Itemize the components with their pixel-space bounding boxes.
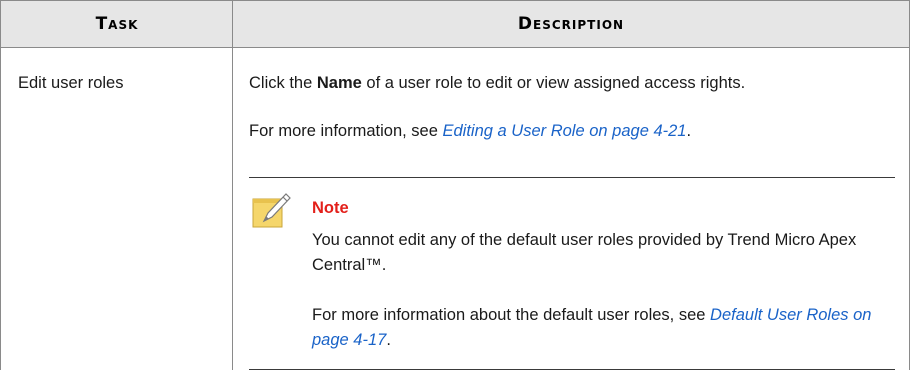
task-cell: Edit user roles bbox=[18, 74, 124, 92]
name-term: Name bbox=[316, 74, 362, 92]
column-divider bbox=[232, 0, 233, 370]
line2-prefix: For more information, see bbox=[249, 122, 443, 140]
editing-user-role-link[interactable]: Editing a User Role on page 4-21 bbox=[443, 122, 687, 140]
note-pencil-icon bbox=[250, 190, 294, 230]
note-title: Note bbox=[312, 199, 349, 217]
note-p2-suffix: . bbox=[386, 331, 391, 349]
line1-prefix: Click the bbox=[249, 74, 317, 92]
table-header: Task Description bbox=[1, 1, 909, 48]
line1-suffix: of a user role to edit or view assigned … bbox=[361, 74, 746, 92]
note-top-rule bbox=[249, 177, 895, 178]
line2-suffix: . bbox=[686, 122, 692, 140]
note-paragraph-1: You cannot edit any of the default user … bbox=[312, 231, 857, 274]
note-p2-prefix: For more information about the default u… bbox=[312, 306, 711, 324]
description-line-2: For more information, see Editing a User… bbox=[249, 122, 691, 141]
description-line-1: Click the Name of a user role to edit or… bbox=[249, 74, 745, 93]
column-header-task: Task bbox=[95, 14, 139, 34]
note-paragraph-2: For more information about the default u… bbox=[312, 303, 892, 353]
column-header-description: Description bbox=[517, 14, 625, 34]
